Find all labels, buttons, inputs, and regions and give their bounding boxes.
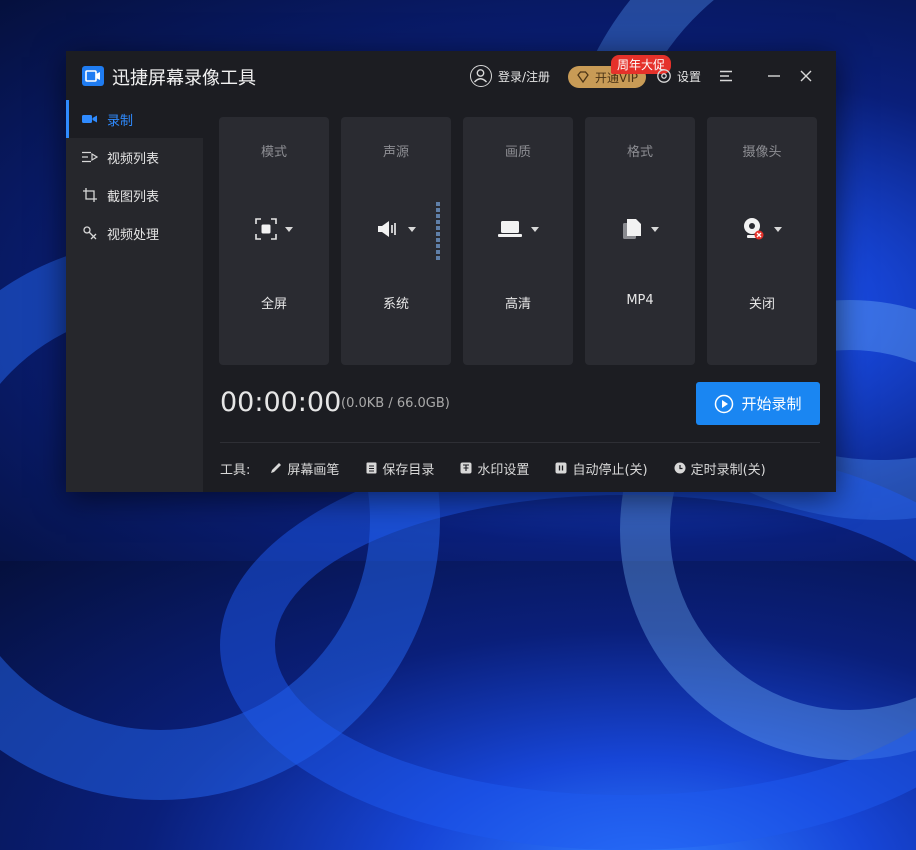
- card-caption: 模式: [260, 145, 287, 160]
- minimize-icon: [768, 75, 780, 77]
- video-list-icon: [82, 149, 98, 165]
- title-bar: 迅捷屏幕录像工具 登录/注册 开通VIP 周年大促 设置: [66, 51, 836, 100]
- webcam-selector[interactable]: [707, 215, 817, 243]
- mode-card[interactable]: 模式 全屏: [219, 117, 329, 365]
- main-panel: 模式 全屏 声源 系统 画质 高清 格式 MP4 摄像头 关闭 00:00:00…: [203, 100, 836, 492]
- tool-label: 水印设置: [477, 462, 530, 478]
- chevron-down-icon: [285, 226, 293, 232]
- auto-stop-tool[interactable]: 自动停止(关): [555, 459, 648, 478]
- file-icon: [623, 219, 641, 239]
- sidebar-item-label: 视频处理: [107, 227, 160, 243]
- sidebar: 录制 视频列表 截图列表 视频处理: [66, 100, 203, 492]
- watermark-tool[interactable]: 水印设置: [460, 459, 529, 478]
- laptop-icon: [498, 221, 522, 237]
- webcam-off-icon: [744, 218, 764, 240]
- fullscreen-icon: [255, 218, 277, 240]
- tools-label: 工具:: [220, 462, 251, 478]
- mode-selector[interactable]: [219, 215, 329, 243]
- tool-label: 自动停止(关): [572, 462, 648, 478]
- chevron-down-icon: [408, 226, 416, 232]
- login-button[interactable]: 登录/注册: [470, 64, 550, 88]
- scheduled-record-tool[interactable]: 定时录制(关): [674, 459, 766, 478]
- diamond-icon: [577, 71, 589, 84]
- audio-source-selector[interactable]: [341, 215, 451, 243]
- chevron-down-icon: [651, 226, 659, 232]
- login-label: 登录/注册: [498, 69, 551, 84]
- sidebar-item-video-list[interactable]: 视频列表: [66, 138, 203, 176]
- sidebar-item-label: 录制: [107, 113, 134, 129]
- pen-icon: [270, 462, 282, 474]
- divider: [220, 442, 820, 443]
- file-size-status: (0.0KB / 66.0GB): [341, 396, 450, 411]
- video-camera-icon: [82, 111, 98, 127]
- record-timer: 00:00:00: [220, 387, 342, 418]
- sidebar-item-video-process[interactable]: 视频处理: [66, 214, 203, 252]
- gear-icon: [657, 69, 671, 83]
- quality-card[interactable]: 画质 高清: [463, 117, 573, 365]
- card-value: 关闭: [748, 297, 775, 312]
- tool-label: 定时录制(关): [690, 462, 766, 478]
- screen-pen-tool[interactable]: 屏幕画笔: [270, 459, 339, 478]
- card-caption: 画质: [504, 145, 531, 160]
- sidebar-item-screenshot-list[interactable]: 截图列表: [66, 176, 203, 214]
- watermark-icon: [460, 462, 472, 474]
- card-value: MP4: [626, 293, 654, 308]
- card-value: 高清: [504, 297, 531, 312]
- play-circle-icon: [715, 394, 734, 413]
- format-card[interactable]: 格式 MP4: [585, 117, 695, 365]
- settings-label: 设置: [677, 69, 702, 84]
- app-logo-icon: [82, 66, 104, 86]
- tool-label: 保存目录: [382, 462, 435, 478]
- card-caption: 摄像头: [742, 145, 782, 160]
- format-selector[interactable]: [585, 215, 695, 243]
- user-icon: [470, 65, 492, 87]
- close-button[interactable]: [796, 66, 816, 86]
- tools-bar: 工具: 屏幕画笔 保存目录 水印设置 自动停止(关) 定时录制(关): [220, 459, 830, 478]
- screenshot-list-icon: [82, 187, 98, 203]
- video-process-icon: [82, 225, 98, 241]
- audio-source-card[interactable]: 声源 系统: [341, 117, 451, 365]
- chevron-down-icon: [774, 226, 782, 232]
- hamburger-icon: [720, 70, 732, 82]
- start-record-button[interactable]: 开始录制: [696, 382, 820, 425]
- sidebar-item-label: 截图列表: [107, 189, 160, 205]
- app-window: 迅捷屏幕录像工具 登录/注册 开通VIP 周年大促 设置 录制 视频列表 截图列…: [66, 51, 836, 492]
- folder-icon: [365, 462, 377, 474]
- volume-meter: [436, 202, 440, 260]
- chevron-down-icon: [531, 226, 539, 232]
- clock-icon: [674, 462, 686, 474]
- menu-button[interactable]: [716, 66, 736, 86]
- minimize-button[interactable]: [764, 66, 784, 86]
- sidebar-item-label: 视频列表: [107, 151, 160, 167]
- card-value: 系统: [382, 297, 409, 312]
- settings-button[interactable]: 设置: [656, 64, 701, 88]
- app-title: 迅捷屏幕录像工具: [112, 68, 256, 89]
- save-folder-tool[interactable]: 保存目录: [365, 459, 434, 478]
- speaker-icon: [378, 221, 396, 237]
- start-record-label: 开始录制: [741, 395, 802, 413]
- sidebar-item-record[interactable]: 录制: [66, 100, 203, 138]
- quality-selector[interactable]: [463, 215, 573, 243]
- card-caption: 声源: [382, 145, 409, 160]
- card-caption: 格式: [626, 145, 653, 160]
- tool-label: 屏幕画笔: [287, 462, 340, 478]
- close-icon: [800, 70, 812, 82]
- auto-stop-icon: [555, 462, 567, 474]
- card-value: 全屏: [260, 297, 287, 312]
- webcam-card[interactable]: 摄像头 关闭: [707, 117, 817, 365]
